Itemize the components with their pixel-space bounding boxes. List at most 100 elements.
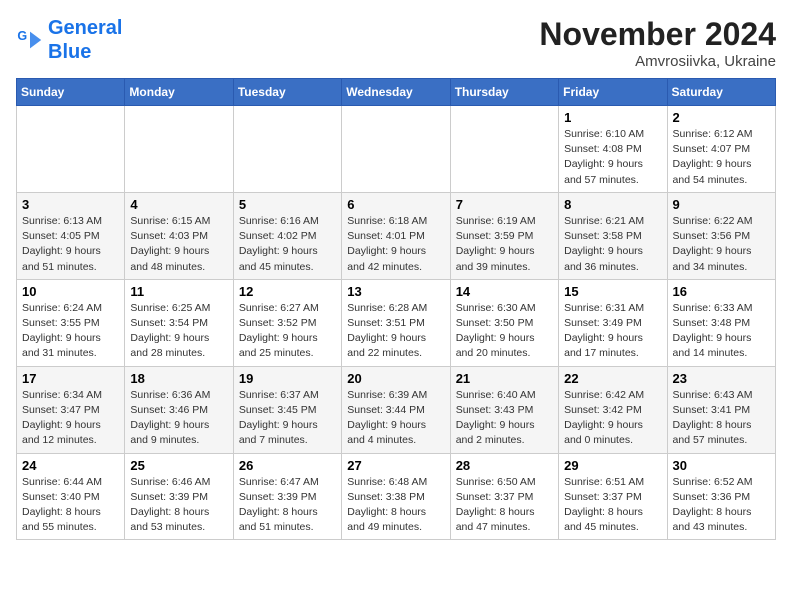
day-info-13: Sunrise: 6:28 AM Sunset: 3:51 PM Dayligh… — [347, 301, 444, 362]
cell-1-0: 3Sunrise: 6:13 AM Sunset: 4:05 PM Daylig… — [17, 192, 125, 279]
logo-line1: General — [48, 17, 122, 39]
location: Amvrosiivka, Ukraine — [539, 53, 776, 70]
col-friday: Friday — [559, 79, 667, 106]
day-info-24: Sunrise: 6:44 AM Sunset: 3:40 PM Dayligh… — [22, 475, 119, 536]
day-num-9: 9 — [673, 197, 770, 212]
page-header: G General Blue November 2024 Amvrosiivka… — [16, 16, 776, 70]
col-wednesday: Wednesday — [342, 79, 450, 106]
col-tuesday: Tuesday — [233, 79, 341, 106]
calendar-header: Sunday Monday Tuesday Wednesday Thursday… — [17, 79, 776, 106]
cell-0-4 — [450, 106, 558, 193]
month-title: November 2024 — [539, 16, 776, 53]
day-num-24: 24 — [22, 458, 119, 473]
cell-4-2: 26 Sunrise: 6:47 AM Sunset: 3:39 PM Dayli… — [233, 453, 341, 540]
cell-0-2 — [233, 106, 341, 193]
day-info-19: Sunrise: 6:37 AM Sunset: 3:45 PM Dayligh… — [239, 388, 336, 449]
cell-0-5: 1 Sunrise: 6:10 AM Sunset: 4:08 PM Daylig… — [559, 106, 667, 193]
day-info-14: Sunrise: 6:30 AM Sunset: 3:50 PM Dayligh… — [456, 301, 553, 362]
day-num-15: 15 — [564, 284, 661, 299]
cell-1-5: 8 Sunrise: 6:21 AM Sunset: 3:58 PM Daylig… — [559, 192, 667, 279]
day-info-8: Sunrise: 6:21 AM Sunset: 3:58 PM Dayligh… — [564, 214, 661, 275]
day-info-4: Sunrise: 6:15 AM Sunset: 4:03 PM Dayligh… — [130, 214, 227, 275]
day-num-27: 27 — [347, 458, 444, 473]
day-num-8: 8 — [564, 197, 661, 212]
day-info-27: Sunrise: 6:48 AM Sunset: 3:38 PM Dayligh… — [347, 475, 444, 536]
cell-2-1: 11Sunrise: 6:25 AM Sunset: 3:54 PM Dayli… — [125, 279, 233, 366]
cell-0-3 — [342, 106, 450, 193]
calendar-table: Sunday Monday Tuesday Wednesday Thursday… — [16, 78, 776, 540]
day-num-26: 26 — [239, 458, 336, 473]
col-saturday: Saturday — [667, 79, 775, 106]
day-num-7: 7 — [456, 197, 553, 212]
cell-0-6: 2 Sunrise: 6:12 AM Sunset: 4:07 PM Daylig… — [667, 106, 775, 193]
day-info-21: Sunrise: 6:40 AM Sunset: 3:43 PM Dayligh… — [456, 388, 553, 449]
day-num-13: 13 — [347, 284, 444, 299]
week-row-4: 17 Sunrise: 6:34 AM Sunset: 3:47 PM Dayli… — [17, 366, 776, 453]
day-info-15: Sunrise: 6:31 AM Sunset: 3:49 PM Dayligh… — [564, 301, 661, 362]
cell-4-3: 27 Sunrise: 6:48 AM Sunset: 3:38 PM Dayli… — [342, 453, 450, 540]
cell-4-1: 25Sunrise: 6:46 AM Sunset: 3:39 PM Dayli… — [125, 453, 233, 540]
day-info-17: Sunrise: 6:34 AM Sunset: 3:47 PM Dayligh… — [22, 388, 119, 449]
day-num-1: 1 — [564, 110, 661, 125]
cell-1-6: 9 Sunrise: 6:22 AM Sunset: 3:56 PM Daylig… — [667, 192, 775, 279]
day-num-22: 22 — [564, 371, 661, 386]
day-num-11: 11 — [130, 284, 227, 299]
col-thursday: Thursday — [450, 79, 558, 106]
day-info-26: Sunrise: 6:47 AM Sunset: 3:39 PM Dayligh… — [239, 475, 336, 536]
col-sunday: Sunday — [17, 79, 125, 106]
day-num-10: 10 — [22, 284, 119, 299]
cell-3-1: 18 Sunrise: 6:36 AM Sunset: 3:46 PM Dayli… — [125, 366, 233, 453]
cell-3-3: 20Sunrise: 6:39 AM Sunset: 3:44 PM Dayli… — [342, 366, 450, 453]
day-num-17: 17 — [22, 371, 119, 386]
day-info-5: Sunrise: 6:16 AM Sunset: 4:02 PM Dayligh… — [239, 214, 336, 275]
svg-text:G: G — [17, 29, 27, 43]
cell-1-3: 6Sunrise: 6:18 AM Sunset: 4:01 PM Daylig… — [342, 192, 450, 279]
day-num-19: 19 — [239, 371, 336, 386]
week-row-5: 24 Sunrise: 6:44 AM Sunset: 3:40 PM Dayli… — [17, 453, 776, 540]
week-row-1: 1 Sunrise: 6:10 AM Sunset: 4:08 PM Daylig… — [17, 106, 776, 193]
cell-0-0 — [17, 106, 125, 193]
day-num-28: 28 — [456, 458, 553, 473]
day-num-20: 20 — [347, 371, 444, 386]
cell-1-2: 5 Sunrise: 6:16 AM Sunset: 4:02 PM Daylig… — [233, 192, 341, 279]
cell-2-5: 15 Sunrise: 6:31 AM Sunset: 3:49 PM Dayli… — [559, 279, 667, 366]
day-info-12: Sunrise: 6:27 AM Sunset: 3:52 PM Dayligh… — [239, 301, 336, 362]
logo: G General Blue — [16, 16, 122, 64]
day-num-2: 2 — [673, 110, 770, 125]
cell-1-1: 4Sunrise: 6:15 AM Sunset: 4:03 PM Daylig… — [125, 192, 233, 279]
cell-3-0: 17 Sunrise: 6:34 AM Sunset: 3:47 PM Dayli… — [17, 366, 125, 453]
day-num-5: 5 — [239, 197, 336, 212]
day-info-1: Sunrise: 6:10 AM Sunset: 4:08 PM Dayligh… — [564, 127, 661, 188]
cell-2-4: 14 Sunrise: 6:30 AM Sunset: 3:50 PM Dayli… — [450, 279, 558, 366]
week-row-2: 3Sunrise: 6:13 AM Sunset: 4:05 PM Daylig… — [17, 192, 776, 279]
cell-1-4: 7Sunrise: 6:19 AM Sunset: 3:59 PM Daylig… — [450, 192, 558, 279]
cell-4-5: 29Sunrise: 6:51 AM Sunset: 3:37 PM Dayli… — [559, 453, 667, 540]
day-num-23: 23 — [673, 371, 770, 386]
logo-text: General Blue — [48, 16, 122, 64]
cell-2-2: 12 Sunrise: 6:27 AM Sunset: 3:52 PM Dayli… — [233, 279, 341, 366]
day-info-2: Sunrise: 6:12 AM Sunset: 4:07 PM Dayligh… — [673, 127, 770, 188]
day-info-9: Sunrise: 6:22 AM Sunset: 3:56 PM Dayligh… — [673, 214, 770, 275]
day-num-18: 18 — [130, 371, 227, 386]
cell-4-0: 24 Sunrise: 6:44 AM Sunset: 3:40 PM Dayli… — [17, 453, 125, 540]
cell-2-0: 10Sunrise: 6:24 AM Sunset: 3:55 PM Dayli… — [17, 279, 125, 366]
day-num-3: 3 — [22, 197, 119, 212]
cell-3-6: 23 Sunrise: 6:43 AM Sunset: 3:41 PM Dayli… — [667, 366, 775, 453]
col-monday: Monday — [125, 79, 233, 106]
day-info-28: Sunrise: 6:50 AM Sunset: 3:37 PM Dayligh… — [456, 475, 553, 536]
day-info-23: Sunrise: 6:43 AM Sunset: 3:41 PM Dayligh… — [673, 388, 770, 449]
logo-icon: G — [16, 26, 44, 54]
day-num-16: 16 — [673, 284, 770, 299]
cell-3-5: 22Sunrise: 6:42 AM Sunset: 3:42 PM Dayli… — [559, 366, 667, 453]
cell-4-6: 30Sunrise: 6:52 AM Sunset: 3:36 PM Dayli… — [667, 453, 775, 540]
cell-3-4: 21 Sunrise: 6:40 AM Sunset: 3:43 PM Dayli… — [450, 366, 558, 453]
week-row-3: 10Sunrise: 6:24 AM Sunset: 3:55 PM Dayli… — [17, 279, 776, 366]
day-num-21: 21 — [456, 371, 553, 386]
weekday-row: Sunday Monday Tuesday Wednesday Thursday… — [17, 79, 776, 106]
day-num-6: 6 — [347, 197, 444, 212]
day-num-14: 14 — [456, 284, 553, 299]
day-info-30: Sunrise: 6:52 AM Sunset: 3:36 PM Dayligh… — [673, 475, 770, 536]
day-num-12: 12 — [239, 284, 336, 299]
day-num-25: 25 — [130, 458, 227, 473]
day-info-18: Sunrise: 6:36 AM Sunset: 3:46 PM Dayligh… — [130, 388, 227, 449]
